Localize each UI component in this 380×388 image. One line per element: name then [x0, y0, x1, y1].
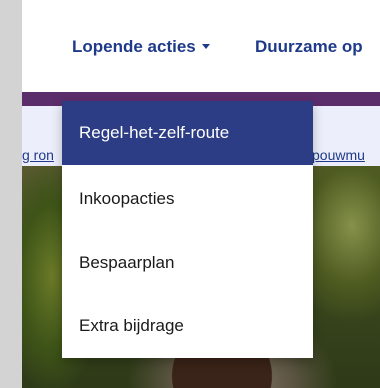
chevron-down-icon — [201, 44, 210, 49]
dropdown-item-extra-bijdrage[interactable]: Extra bijdrage — [62, 296, 313, 356]
dropdown-item-label: Regel-het-zelf-route — [79, 123, 230, 142]
main-navbar: Lopende acties Duurzame op — [22, 0, 380, 92]
nav-item-lopende-acties[interactable]: Lopende acties — [72, 37, 210, 57]
dropdown-item-label: Inkoopacties — [79, 189, 175, 208]
dropdown-item-inkoopacties[interactable]: Inkoopacties — [62, 169, 313, 229]
dropdown-item-regel-het-zelf-route[interactable]: Regel-het-zelf-route — [62, 101, 313, 165]
nav-item-label: Duurzame op — [255, 37, 363, 56]
dropdown-item-bespaarplan[interactable]: Bespaarplan — [62, 233, 313, 293]
nav-item-duurzame[interactable]: Duurzame op — [255, 37, 363, 57]
left-gutter — [0, 0, 22, 388]
banner-link-right[interactable]: pouwmu — [312, 147, 365, 163]
dropdown-item-label: Bespaarplan — [79, 253, 175, 272]
dropdown-item-label: Extra bijdrage — [79, 316, 184, 335]
lopende-acties-dropdown: Regel-het-zelf-route Inkoopacties Bespaa… — [62, 101, 313, 358]
nav-item-label: Lopende acties — [72, 37, 196, 56]
banner-link-left[interactable]: g ron — [22, 147, 54, 163]
